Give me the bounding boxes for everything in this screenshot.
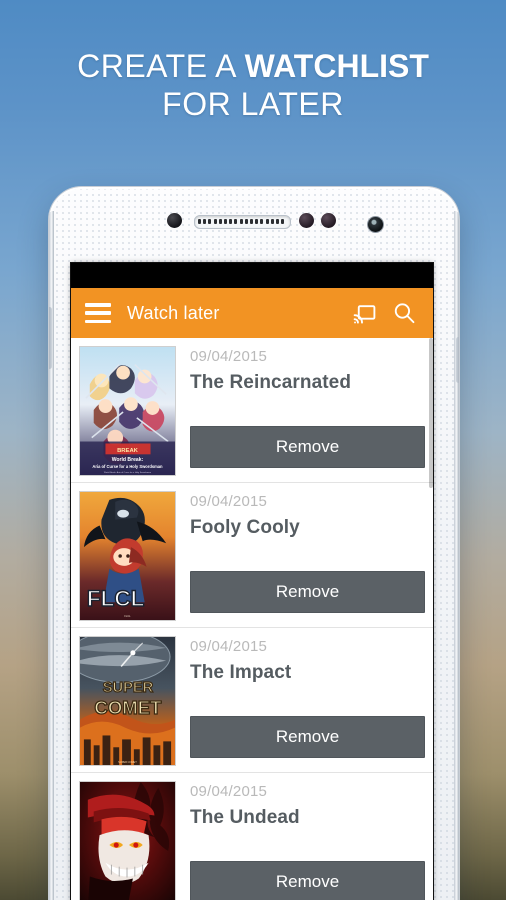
watch-later-list-item[interactable]: Hellsing 09/04/2015 The Undead Remove xyxy=(71,773,433,900)
promo-headline-line2: FOR LATER xyxy=(162,85,344,122)
list-scrollbar[interactable] xyxy=(429,338,433,900)
list-item-title: The Impact xyxy=(190,662,292,683)
promo-headline-line1: CREATE A WATCHLIST xyxy=(0,48,506,86)
promo-screenshot: CREATE A WATCHLIST FOR LATER Watch later xyxy=(0,0,506,900)
watch-later-list-item[interactable]: FLCL FLCL 09/04/2015 Fooly Cooly Remove xyxy=(71,483,433,628)
phone-device-frame: Watch later BREAK World Break: Aria of C… xyxy=(48,186,460,900)
svg-text:SUPER COMET: SUPER COMET xyxy=(118,760,137,764)
app-bar-title: Watch later xyxy=(127,302,220,323)
hamburger-menu-icon[interactable] xyxy=(85,303,111,323)
list-item-date: 09/04/2015 xyxy=(190,638,268,655)
list-item-date: 09/04/2015 xyxy=(190,783,268,800)
watch-later-list-item[interactable]: BREAK World Break: Aria of Curse for a H… xyxy=(71,338,433,483)
remove-button[interactable]: Remove xyxy=(190,861,425,900)
list-item-title: The Reincarnated xyxy=(190,372,352,393)
volume-button[interactable] xyxy=(49,307,52,369)
svg-text:FLCL: FLCL xyxy=(87,586,145,611)
cast-icon[interactable] xyxy=(349,298,379,328)
svg-text:COMET: COMET xyxy=(94,697,162,718)
search-icon[interactable] xyxy=(389,298,419,328)
list-item-body: 09/04/2015 The Reincarnated Remove xyxy=(176,346,433,474)
svg-text:FLCL: FLCL xyxy=(124,614,131,618)
proximity-sensor-icon xyxy=(167,213,182,228)
list-item-body: 09/04/2015 The Undead Remove xyxy=(176,781,433,900)
list-scrollbar-thumb[interactable] xyxy=(429,338,433,488)
power-button[interactable] xyxy=(456,337,459,383)
promo-headline: CREATE A WATCHLIST FOR LATER xyxy=(0,48,506,124)
front-camera-lens-icon xyxy=(367,216,384,233)
promo-headline-line1-plain: CREATE A xyxy=(77,48,245,84)
svg-text:World Break: Aria of Curse for: World Break: Aria of Curse for a Holy Sw… xyxy=(104,471,152,474)
poster-flcl[interactable]: FLCL FLCL xyxy=(79,491,176,621)
phone-top-hardware xyxy=(49,211,459,241)
list-item-title: The Undead xyxy=(190,807,300,828)
phone-right-rim xyxy=(454,211,459,900)
list-item-date: 09/04/2015 xyxy=(190,348,268,365)
remove-button[interactable]: Remove xyxy=(190,571,425,613)
svg-text:SUPER: SUPER xyxy=(103,680,154,696)
phone-screen: Watch later BREAK World Break: Aria of C… xyxy=(71,263,433,900)
svg-text:World Break:: World Break: xyxy=(112,457,144,463)
list-item-body: 09/04/2015 The Impact Remove xyxy=(176,636,433,764)
svg-text:BREAK: BREAK xyxy=(117,448,139,454)
list-item-body: 09/04/2015 Fooly Cooly Remove xyxy=(176,491,433,619)
status-bar xyxy=(71,263,433,288)
watch-later-list-item[interactable]: SUPER COMET SUPER COMET 09/04/2015 The I… xyxy=(71,628,433,773)
poster-hellsing[interactable]: Hellsing xyxy=(79,781,176,900)
app-bar: Watch later xyxy=(71,288,433,338)
light-sensor-icon xyxy=(321,213,336,228)
list-item-date: 09/04/2015 xyxy=(190,493,268,510)
remove-button[interactable]: Remove xyxy=(190,716,425,758)
promo-headline-line1-strong: WATCHLIST xyxy=(244,48,429,84)
remove-button[interactable]: Remove xyxy=(190,426,425,468)
watch-later-list[interactable]: BREAK World Break: Aria of Curse for a H… xyxy=(71,338,433,900)
front-camera-icon xyxy=(299,213,314,228)
svg-text:Aria of Curse for a Holy Sword: Aria of Curse for a Holy Swordsman xyxy=(92,464,163,469)
poster-super-comet[interactable]: SUPER COMET SUPER COMET xyxy=(79,636,176,766)
poster-world-break[interactable]: BREAK World Break: Aria of Curse for a H… xyxy=(79,346,176,476)
list-item-title: Fooly Cooly xyxy=(190,517,300,538)
earpiece-speaker-icon xyxy=(194,215,291,229)
